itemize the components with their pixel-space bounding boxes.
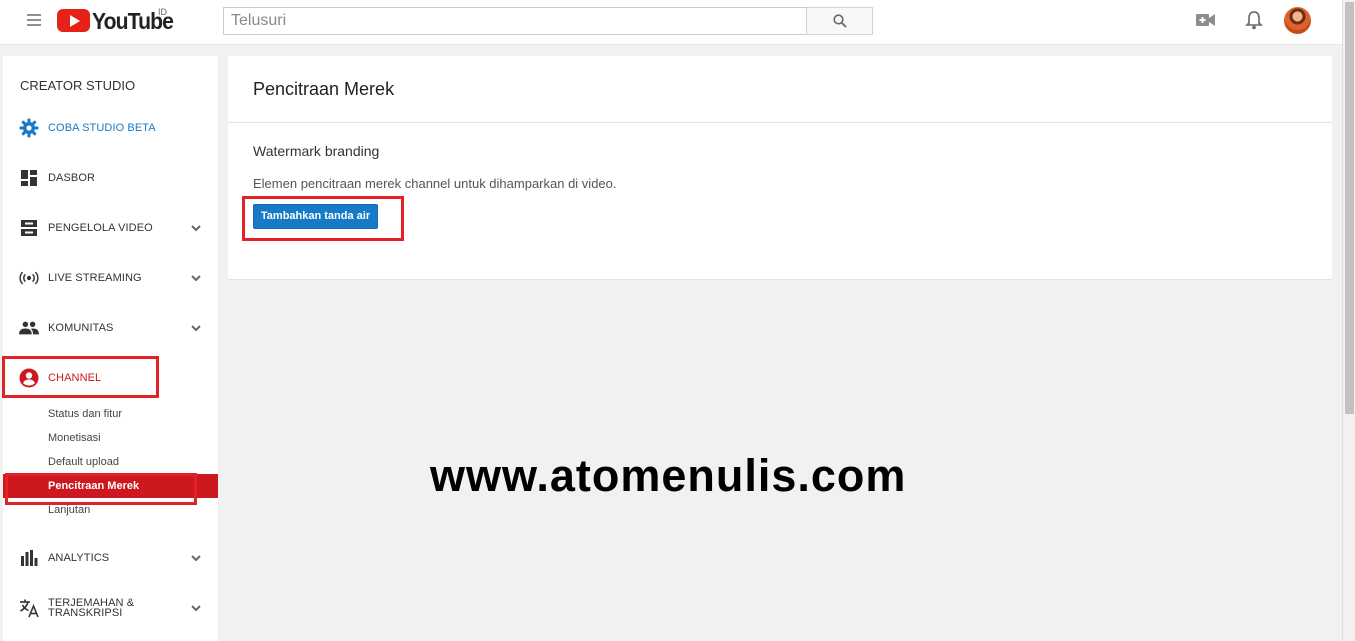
- search-icon: [833, 14, 847, 28]
- overlay-watermark-text: www.atomenulis.com: [430, 450, 907, 501]
- dashboard-icon: [19, 168, 39, 188]
- channel-subitem-default-upload[interactable]: Default upload: [48, 456, 119, 468]
- community-icon: [19, 318, 39, 338]
- page-title: Pencitraan Merek: [253, 79, 395, 99]
- sidebar-item-label: COBA STUDIO BETA: [48, 122, 156, 134]
- top-header: YouTube ID Telusuri: [0, 0, 1342, 45]
- chevron-down-icon[interactable]: [190, 272, 202, 284]
- search-input[interactable]: Telusuri: [223, 7, 807, 35]
- chevron-down-icon[interactable]: [190, 322, 202, 334]
- scrollbar-thumb[interactable]: [1345, 2, 1354, 414]
- section-description: Elemen pencitraan merek channel untuk di…: [253, 176, 617, 191]
- sidebar-item-dasbor[interactable]: DASBOR: [3, 163, 218, 193]
- channel-subitem-lanjutan[interactable]: Lanjutan: [48, 504, 90, 516]
- sidebar-item-label: ANALYTICS: [48, 552, 110, 564]
- translate-icon: [19, 598, 39, 618]
- channel-subitem-status-dan-fitur[interactable]: Status dan fitur: [48, 408, 122, 420]
- sidebar-title: CREATOR STUDIO: [20, 78, 136, 93]
- sidebar-item-channel[interactable]: CHANNEL: [3, 363, 218, 393]
- sidebar-item-label-line2: TRANSKRIPSI: [48, 607, 123, 619]
- sidebar-item-label: LIVE STREAMING: [48, 272, 142, 284]
- sidebar-item-label: TERJEMAHAN & TRANSKRIPSI: [48, 598, 134, 619]
- menu-icon[interactable]: [27, 14, 41, 27]
- chevron-down-icon[interactable]: [190, 602, 202, 614]
- notification-bell-icon[interactable]: [1245, 10, 1263, 30]
- sidebar-item-pengelola-video[interactable]: PENGELOLA VIDEO: [3, 213, 218, 243]
- section-title: Watermark branding: [253, 143, 380, 159]
- sidebar-item-analytics[interactable]: ANALYTICS: [3, 543, 218, 573]
- sidebar-item-label: PENGELOLA VIDEO: [48, 222, 153, 234]
- live-icon: [19, 268, 39, 288]
- video-manager-icon: [19, 218, 39, 238]
- chevron-down-icon[interactable]: [190, 552, 202, 564]
- account-circle-icon: [19, 368, 39, 388]
- sidebar: CREATOR STUDIO COBA STUDIO BETA DASBOR P…: [3, 56, 218, 641]
- sidebar-item-label: DASBOR: [48, 172, 96, 184]
- add-watermark-button[interactable]: Tambahkan tanda air: [253, 204, 378, 229]
- channel-subitem-pencitraan-merek[interactable]: Pencitraan Merek: [3, 474, 218, 498]
- divider: [228, 122, 1332, 123]
- avatar[interactable]: [1284, 7, 1311, 34]
- sidebar-item-coba-studio-beta[interactable]: COBA STUDIO BETA: [3, 113, 218, 143]
- sidebar-item-terjemahan-transkripsi[interactable]: TERJEMAHAN & TRANSKRIPSI: [3, 593, 218, 623]
- youtube-play-icon: [57, 9, 90, 32]
- chevron-down-icon[interactable]: [190, 222, 202, 234]
- sidebar-item-label: CHANNEL: [48, 372, 102, 384]
- bar-chart-icon: [19, 548, 39, 568]
- gear-icon: [19, 118, 39, 138]
- sidebar-item-label: KOMUNITAS: [48, 322, 114, 334]
- search-button[interactable]: [806, 7, 873, 35]
- sidebar-item-live-streaming[interactable]: LIVE STREAMING: [3, 263, 218, 293]
- branding-card: Pencitraan Merek Watermark branding Elem…: [228, 56, 1332, 280]
- channel-subitem-monetisasi[interactable]: Monetisasi: [48, 432, 101, 444]
- upload-video-icon[interactable]: [1196, 13, 1215, 27]
- region-code: ID: [158, 7, 167, 17]
- sidebar-item-komunitas[interactable]: KOMUNITAS: [3, 313, 218, 343]
